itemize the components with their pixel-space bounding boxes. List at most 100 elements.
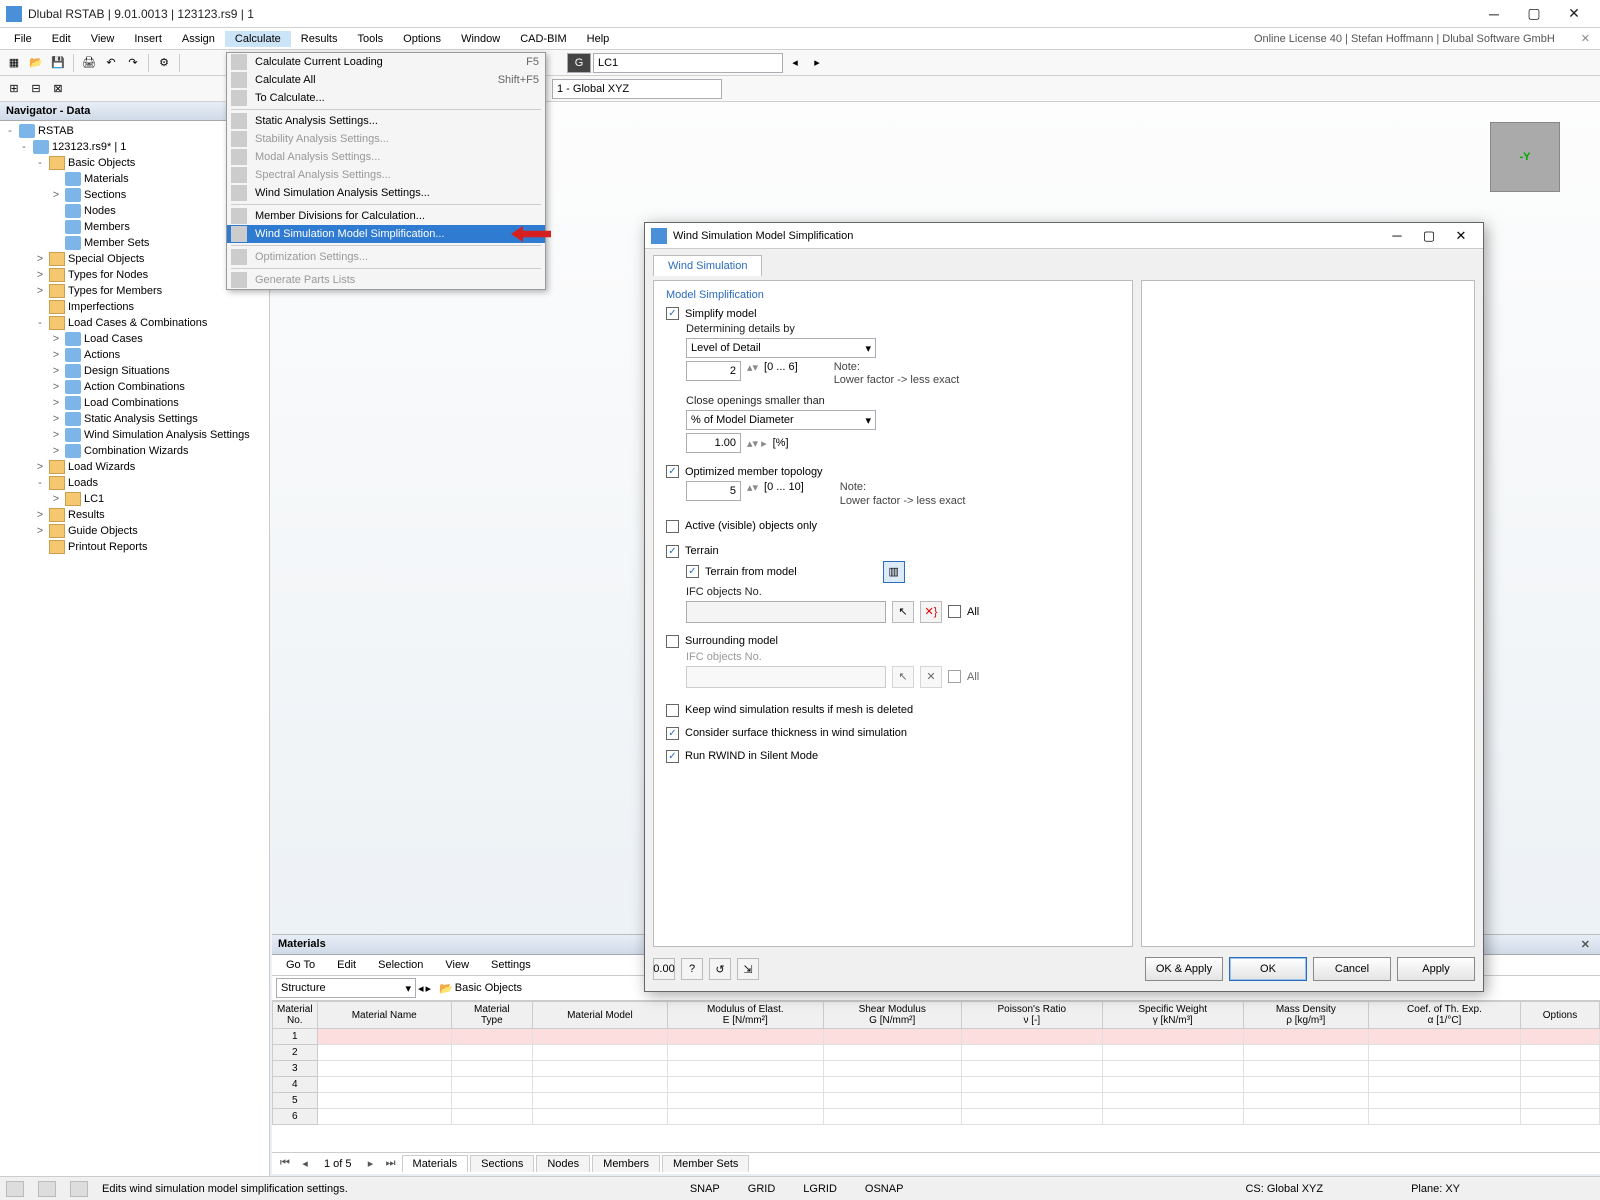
next-page-icon[interactable]: ▸: [362, 1157, 380, 1170]
tree-item[interactable]: >Load Wizards: [0, 459, 269, 475]
menu-results[interactable]: Results: [291, 31, 348, 47]
tree-item[interactable]: >Action Combinations: [0, 379, 269, 395]
combo-close-openings[interactable]: % of Model Diameter▾: [686, 410, 876, 430]
chk-opt-topology[interactable]: ✓: [666, 465, 679, 478]
maximize-button[interactable]: ▢: [1514, 2, 1554, 26]
tree-item[interactable]: >Guide Objects: [0, 523, 269, 539]
gtab-members[interactable]: Members: [592, 1155, 660, 1172]
crumb-prev-icon[interactable]: ◂: [418, 982, 424, 995]
menu-help[interactable]: Help: [577, 31, 620, 47]
ptab-goto[interactable]: Go To: [276, 957, 325, 973]
menu-item[interactable]: Wind Simulation Analysis Settings...: [227, 184, 545, 202]
input-ifc-1[interactable]: [686, 601, 886, 623]
tool-a-icon[interactable]: ⊞: [4, 79, 24, 99]
tree-item[interactable]: >Results: [0, 507, 269, 523]
pick-ifc-icon[interactable]: ↖: [892, 601, 914, 623]
menu-item[interactable]: Calculate Current LoadingF5: [227, 53, 545, 71]
help-icon[interactable]: ?: [681, 958, 703, 980]
menu-calculate[interactable]: Calculate: [225, 31, 291, 47]
open-icon[interactable]: 📂: [26, 53, 46, 73]
tree-item[interactable]: >Actions: [0, 347, 269, 363]
ptab-settings[interactable]: Settings: [481, 957, 541, 973]
combo-cs[interactable]: 1 - Global XYZ: [552, 79, 722, 99]
tree-item[interactable]: >Static Analysis Settings: [0, 411, 269, 427]
tree-item[interactable]: >Load Combinations: [0, 395, 269, 411]
tool-c-icon[interactable]: ⊠: [48, 79, 68, 99]
redo-icon[interactable]: ↷: [123, 53, 143, 73]
menu-insert[interactable]: Insert: [124, 31, 172, 47]
gtab-sections[interactable]: Sections: [470, 1155, 534, 1172]
gtab-materials[interactable]: Materials: [402, 1155, 469, 1172]
menu-file[interactable]: File: [4, 31, 42, 47]
table-row[interactable]: 5: [273, 1093, 1600, 1109]
chk-surrounding[interactable]: [666, 635, 679, 648]
minimize-button[interactable]: ─: [1474, 2, 1514, 26]
chk-terrain[interactable]: ✓: [666, 545, 679, 558]
tree-item[interactable]: Imperfections: [0, 299, 269, 315]
menu-item[interactable]: Wind Simulation Model Simplification...: [227, 225, 545, 243]
units-icon[interactable]: 0.00: [653, 958, 675, 980]
save-icon[interactable]: 💾: [48, 53, 68, 73]
tree-item[interactable]: >Combination Wizards: [0, 443, 269, 459]
chk-simplify-model[interactable]: ✓: [666, 307, 679, 320]
export-icon[interactable]: ⇲: [737, 958, 759, 980]
status-icon-1[interactable]: [6, 1181, 24, 1197]
next-lc-icon[interactable]: ▸: [807, 53, 827, 73]
menu-view[interactable]: View: [81, 31, 125, 47]
tree-item[interactable]: -Loads: [0, 475, 269, 491]
input-opt-value[interactable]: [686, 481, 741, 501]
panel-close-icon[interactable]: ✕: [1577, 938, 1594, 951]
calc-icon[interactable]: ⚙: [154, 53, 174, 73]
chk-consider-thickness[interactable]: ✓: [666, 727, 679, 740]
table-row[interactable]: 1: [273, 1029, 1600, 1045]
breadcrumb[interactable]: Basic Objects: [455, 982, 522, 994]
crumb-next-icon[interactable]: ▸: [426, 982, 432, 995]
mdi-close-icon[interactable]: ✕: [1575, 32, 1596, 45]
menu-item[interactable]: Calculate AllShift+F5: [227, 71, 545, 89]
view-cube[interactable]: -Y: [1490, 122, 1560, 192]
tree-item[interactable]: >LC1: [0, 491, 269, 507]
close-button[interactable]: ✕: [1554, 2, 1594, 26]
dialog-titlebar[interactable]: Wind Simulation Model Simplification ─ ▢…: [645, 223, 1483, 249]
ptab-edit[interactable]: Edit: [327, 957, 366, 973]
undo-icon[interactable]: ↶: [101, 53, 121, 73]
chk-keep-results[interactable]: [666, 704, 679, 717]
new-icon[interactable]: ▦: [4, 53, 24, 73]
menu-item[interactable]: To Calculate...: [227, 89, 545, 107]
apply-button[interactable]: Apply: [1397, 957, 1475, 981]
print-icon[interactable]: 🖨: [79, 53, 99, 73]
combo-loadcase[interactable]: LC1: [593, 53, 783, 73]
status-icon-cam[interactable]: [70, 1181, 88, 1197]
status-icon-eye[interactable]: [38, 1181, 56, 1197]
menu-item[interactable]: Static Analysis Settings...: [227, 112, 545, 130]
tool-b-icon[interactable]: ⊟: [26, 79, 46, 99]
menu-cadbim[interactable]: CAD-BIM: [510, 31, 576, 47]
menu-edit[interactable]: Edit: [42, 31, 81, 47]
menu-assign[interactable]: Assign: [172, 31, 225, 47]
table-row[interactable]: 6: [273, 1109, 1600, 1125]
status-snap[interactable]: SNAP: [683, 1181, 727, 1197]
gtab-nodes[interactable]: Nodes: [536, 1155, 590, 1172]
prev-page-icon[interactable]: ◂: [296, 1157, 314, 1170]
defaults-icon[interactable]: ↺: [709, 958, 731, 980]
tab-wind-simulation[interactable]: Wind Simulation: [653, 255, 762, 276]
ptab-view[interactable]: View: [435, 957, 479, 973]
tree-item[interactable]: >Design Situations: [0, 363, 269, 379]
ok-apply-button[interactable]: OK & Apply: [1145, 957, 1223, 981]
ptab-selection[interactable]: Selection: [368, 957, 433, 973]
materials-grid[interactable]: MaterialNo.Material NameMaterialTypeMate…: [272, 1001, 1600, 1152]
dialog-close-button[interactable]: ✕: [1445, 228, 1477, 244]
status-grid[interactable]: GRID: [741, 1181, 783, 1197]
input-close-openings-value[interactable]: [686, 433, 741, 453]
dialog-minimize-button[interactable]: ─: [1381, 228, 1413, 244]
input-detail-factor[interactable]: [686, 361, 741, 381]
gtab-membersets[interactable]: Member Sets: [662, 1155, 749, 1172]
dialog-maximize-button[interactable]: ▢: [1413, 228, 1445, 244]
cancel-button[interactable]: Cancel: [1313, 957, 1391, 981]
table-row[interactable]: 2: [273, 1045, 1600, 1061]
menu-tools[interactable]: Tools: [347, 31, 393, 47]
table-row[interactable]: 4: [273, 1077, 1600, 1093]
table-row[interactable]: 3: [273, 1061, 1600, 1077]
chk-terrain-from-model[interactable]: ✓: [686, 565, 699, 578]
ok-button[interactable]: OK: [1229, 957, 1307, 981]
